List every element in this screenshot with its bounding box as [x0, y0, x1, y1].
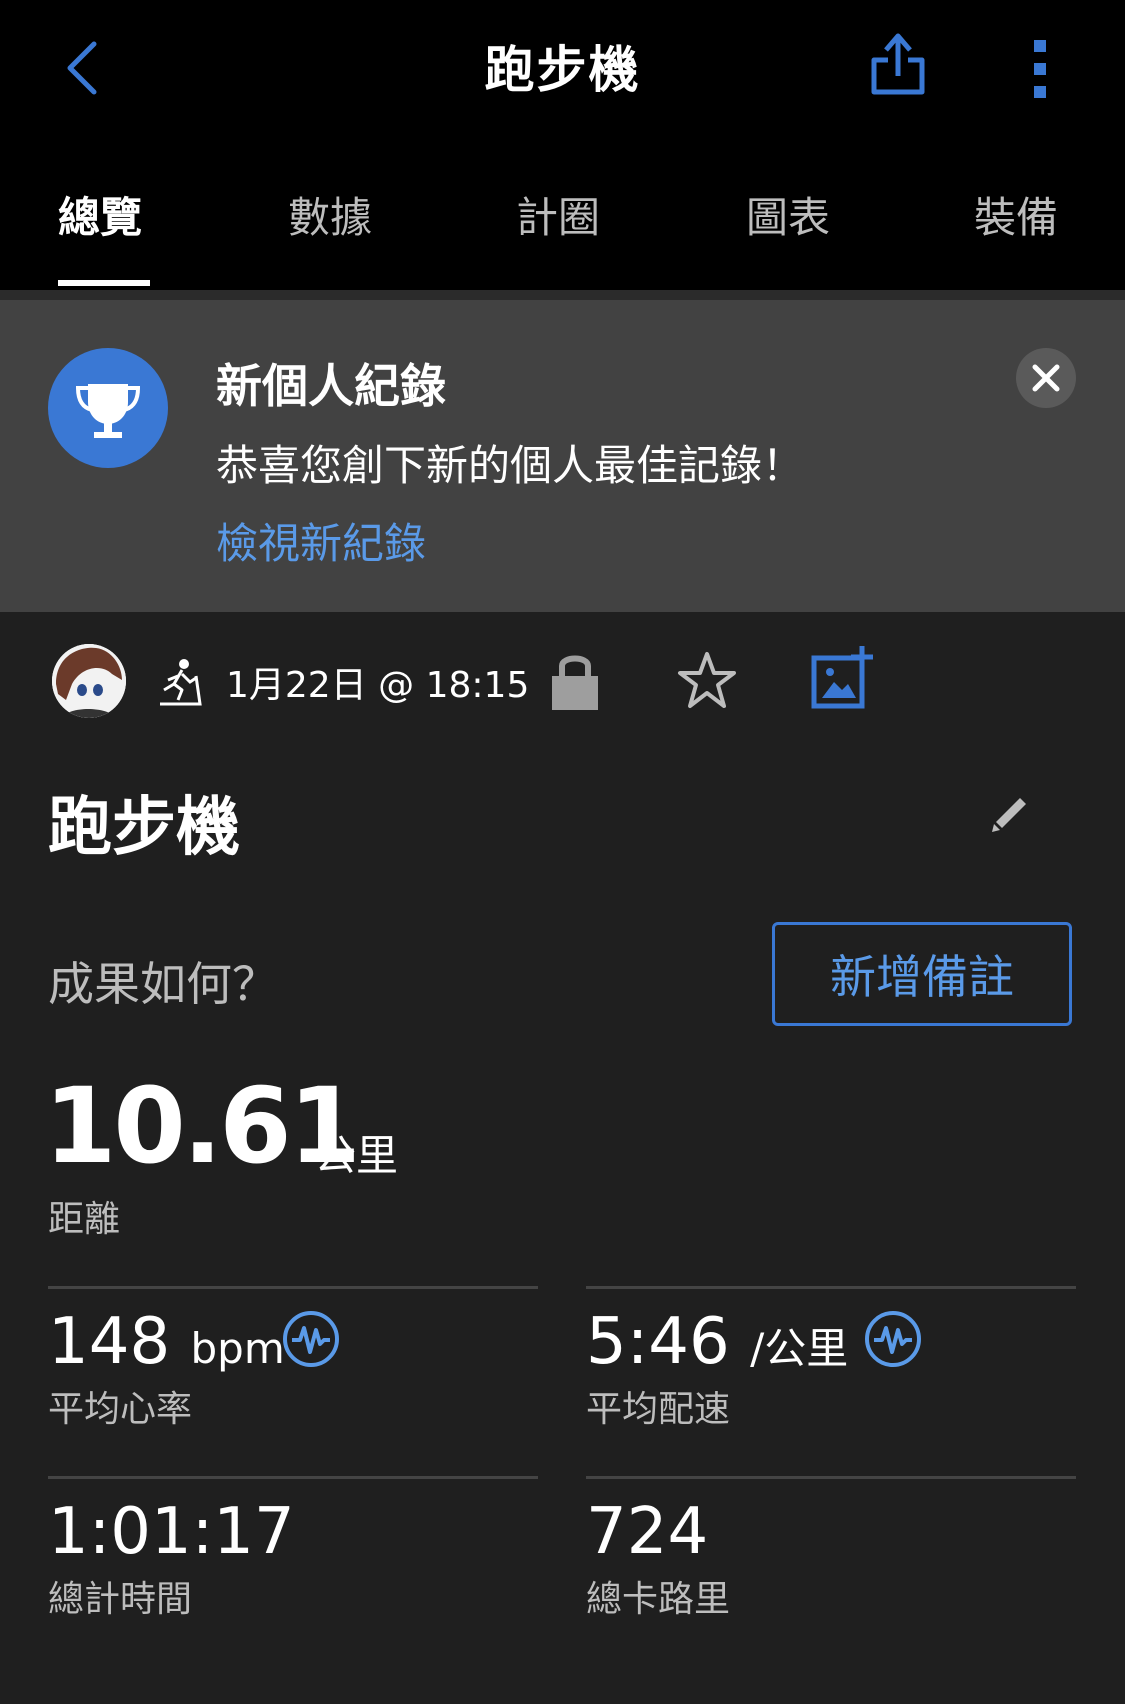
- avg-heart-rate-unit: bpm: [190, 1324, 285, 1373]
- total-time-value: 1:01:17: [48, 1495, 295, 1569]
- close-icon: [1032, 364, 1060, 392]
- treadmill-icon: [156, 656, 204, 708]
- more-options-button[interactable]: [1020, 34, 1060, 104]
- vertical-dots-icon: [1034, 40, 1046, 98]
- star-icon[interactable]: [676, 650, 738, 712]
- total-time-label: 總計時間: [48, 1579, 193, 1620]
- pace-zone-icon[interactable]: [864, 1310, 922, 1368]
- tab-laps[interactable]: 計圈: [516, 184, 600, 245]
- banner-message: 恭喜您創下新的個人最佳記錄！: [216, 441, 805, 490]
- avg-pace-label: 平均配速: [586, 1389, 731, 1430]
- active-tab-indicator: [58, 280, 150, 286]
- stat-divider: [48, 1286, 538, 1289]
- distance-unit: 公里: [314, 1131, 399, 1180]
- tab-charts[interactable]: 圖表: [746, 184, 830, 245]
- stat-divider: [48, 1476, 538, 1479]
- activity-datetime: 1月22日 @ 18:15: [226, 665, 530, 706]
- tab-gear[interactable]: 裝備: [974, 184, 1058, 245]
- total-calories-label: 總卡路里: [586, 1579, 731, 1620]
- avg-heart-rate-label: 平均心率: [48, 1389, 193, 1430]
- distance-value: 10.61: [44, 1065, 361, 1187]
- stat-divider: [586, 1286, 1076, 1289]
- distance-label: 距離: [48, 1199, 121, 1240]
- avg-heart-rate-value: 148: [48, 1305, 171, 1379]
- page-title: 跑步機: [484, 41, 641, 99]
- add-photo-icon[interactable]: [810, 644, 876, 710]
- share-icon: [871, 33, 925, 95]
- stat-divider: [586, 1476, 1076, 1479]
- tab-overview[interactable]: 總覽: [58, 184, 142, 245]
- activity-title: 跑步機: [48, 791, 240, 865]
- tab-bar: 總覽 數據 計圈 圖表 裝備: [0, 176, 1125, 290]
- tab-data[interactable]: 數據: [288, 184, 372, 245]
- close-banner-button[interactable]: [1016, 348, 1076, 408]
- heart-rate-zone-icon[interactable]: [282, 1310, 340, 1368]
- feel-prompt: 成果如何？: [48, 957, 278, 1011]
- add-note-button[interactable]: 新增備註: [772, 922, 1072, 1026]
- avg-pace-value: 5:46: [586, 1305, 730, 1379]
- lock-icon[interactable]: [548, 648, 602, 712]
- avatar[interactable]: [52, 644, 126, 718]
- total-calories-value: 724: [586, 1495, 709, 1569]
- view-record-link[interactable]: 檢視新紀錄: [216, 510, 426, 571]
- avg-pace-unit: /公里: [750, 1324, 849, 1373]
- share-button[interactable]: [868, 30, 928, 100]
- banner-title: 新個人紀錄: [216, 359, 446, 413]
- avg-pace: 5:46 /公里: [586, 1310, 848, 1374]
- divider: [0, 290, 1125, 300]
- edit-pencil-icon[interactable]: [988, 790, 1034, 836]
- trophy-icon: [48, 348, 168, 468]
- avg-heart-rate: 148 bpm: [48, 1310, 285, 1374]
